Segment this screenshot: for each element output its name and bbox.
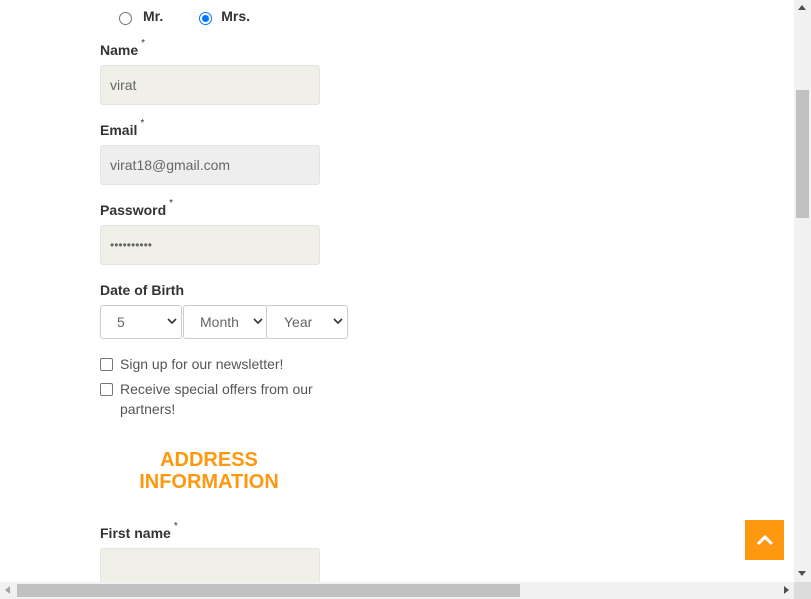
name-label: Name * [100, 38, 146, 58]
chevron-down-icon [253, 318, 263, 325]
required-marker: * [169, 198, 174, 209]
radio-mrs[interactable] [199, 11, 213, 25]
vertical-scrollbar[interactable] [794, 0, 811, 582]
radio-mr-label[interactable]: Mr. [143, 8, 163, 24]
radio-mrs-label[interactable]: Mrs. [221, 8, 250, 24]
email-input[interactable] [100, 145, 320, 185]
offers-checkbox[interactable] [100, 383, 113, 396]
dob-day-select[interactable]: 5 [100, 305, 182, 339]
chevron-down-icon [167, 318, 177, 325]
password-label: Password * [100, 198, 174, 218]
address-section-heading: ADDRESS INFORMATION [139, 449, 279, 493]
dob-label: Date of Birth [100, 282, 184, 298]
first-name-label: First name * [100, 521, 178, 541]
required-marker: * [173, 521, 178, 532]
browser-viewport: Mr. Mrs. Name* Email* Password* Date of … [0, 0, 811, 599]
signup-form: Mr. Mrs. Name* Email* Password* Date of … [0, 0, 794, 582]
scroll-down-arrow-icon[interactable] [798, 571, 806, 576]
title-option-mrs[interactable]: Mrs. [199, 8, 250, 25]
newsletter-label[interactable]: Sign up for our newsletter! [120, 354, 330, 374]
horizontal-scroll-thumb[interactable] [17, 584, 520, 597]
dob-day-value: 5 [117, 314, 125, 330]
newsletter-option[interactable]: Sign up for our newsletter! [100, 354, 330, 374]
dob-month-value: Month [200, 314, 239, 330]
scroll-to-top-button[interactable] [745, 520, 784, 560]
horizontal-scrollbar[interactable] [0, 582, 794, 599]
first-name-input[interactable] [100, 548, 320, 582]
chevron-down-icon [333, 318, 343, 325]
required-marker: * [140, 118, 145, 129]
vertical-scroll-thumb[interactable] [796, 90, 809, 218]
name-input[interactable] [100, 65, 320, 105]
dob-year-select[interactable]: Year [266, 305, 348, 339]
chevron-up-icon [756, 534, 773, 546]
password-input[interactable] [100, 225, 320, 265]
scroll-right-arrow-icon[interactable] [784, 586, 789, 594]
scrollbar-corner [794, 582, 811, 599]
scroll-up-arrow-icon[interactable] [798, 5, 806, 10]
dob-year-value: Year [284, 314, 313, 330]
offers-label[interactable]: Receive special offers from our partners… [120, 379, 320, 419]
dob-month-select[interactable]: Month [183, 305, 268, 339]
required-marker: * [141, 38, 146, 49]
title-radio-group: Mr. Mrs. [119, 6, 250, 26]
newsletter-checkbox[interactable] [100, 358, 113, 371]
title-option-mr[interactable]: Mr. [119, 8, 163, 25]
email-label: Email * [100, 118, 145, 138]
offers-option[interactable]: Receive special offers from our partners… [100, 379, 320, 419]
scroll-left-arrow-icon[interactable] [5, 586, 10, 594]
radio-mr[interactable] [119, 11, 132, 25]
